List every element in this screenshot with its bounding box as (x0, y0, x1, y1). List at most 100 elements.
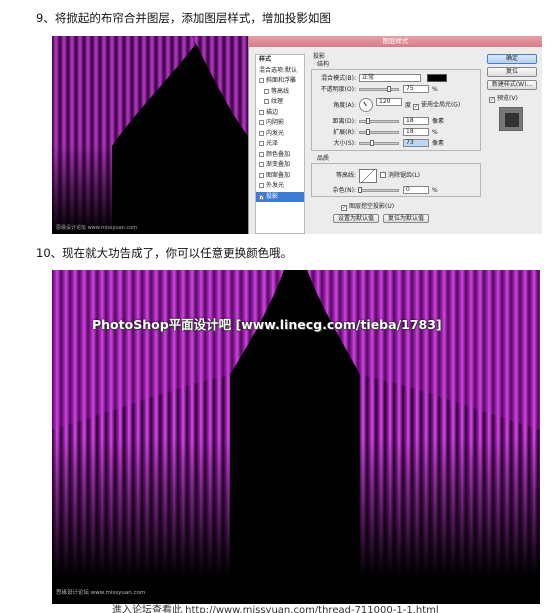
style-item-label: 图案叠加 (266, 171, 291, 179)
style-item-checkbox[interactable] (259, 130, 264, 136)
style-item-label: 描边 (266, 108, 279, 116)
curtain-left-preview (52, 36, 202, 234)
quality-title: 品质 (317, 155, 330, 162)
noise-slider[interactable] (358, 187, 399, 193)
style-item-label: 内阴影 (266, 119, 285, 126)
distance-input[interactable]: 18 (403, 117, 429, 125)
watermark-small: 思缘设计论坛 www.missyuan.com (56, 225, 138, 231)
style-item[interactable]: ✓ 投影 (256, 191, 304, 202)
style-item[interactable]: 外发光 (256, 181, 304, 192)
dialog-title: 图层样式 (249, 36, 542, 47)
style-item[interactable]: 颜色叠加 (256, 150, 304, 161)
angle-dial[interactable] (359, 98, 373, 112)
step-10-caption: 10、现在就大功告成了，你可以任意更换颜色哦。 (36, 246, 293, 260)
distance-slider[interactable] (359, 118, 399, 124)
style-item-label: 投影 (266, 192, 279, 200)
blend-mode-select[interactable]: 正常 (359, 74, 421, 82)
contour-label: 等高线: (335, 172, 356, 179)
style-item[interactable]: 等高线 (256, 87, 304, 98)
global-light-checkbox[interactable]: ✓ (412, 103, 419, 110)
preview-label: 预览(V) (497, 95, 518, 102)
knockout-label: 图层挖空投影(U) (349, 203, 395, 210)
size-slider[interactable] (359, 140, 399, 146)
style-item[interactable]: 内发光 (256, 129, 304, 140)
layer-style-dialog: 图层样式 样式 混合选项:默认 斜面和浮雕等高线纹理 描边内阴影内发光光泽颜色叠加… (248, 36, 542, 234)
set-default-button[interactable]: 设置为默认值 (333, 214, 380, 223)
watermark-banner: PhotoShop平面设计吧 [www.linecg.com/tieba/178… (92, 317, 442, 332)
source-link-line[interactable]: 進入论坛查看此 http://www.missyuan.com/thread-7… (112, 604, 439, 613)
antialias-label: 消除锯齿(L) (388, 172, 421, 179)
style-item-checkbox[interactable] (259, 172, 264, 178)
section-title: 投影 (313, 53, 326, 60)
distance-unit: 像素 (432, 118, 445, 125)
opacity-unit: % (432, 86, 438, 93)
spread-unit: % (432, 129, 438, 136)
contour-picker[interactable] (359, 168, 377, 183)
reset-default-button[interactable]: 复位为默认值 (383, 214, 430, 223)
angle-label: 角度(A): (333, 101, 356, 109)
size-input[interactable]: 73 (403, 139, 429, 147)
style-item[interactable]: 图案叠加 (256, 171, 304, 182)
style-preview-thumbnail (499, 107, 523, 131)
opacity-slider[interactable] (359, 86, 399, 92)
knockout-checkbox[interactable]: ✓ (341, 205, 347, 211)
structure-group: 混合模式(B): 正常 不透明度(O): 75% 角度(A): 120 度 ✓ 使用全局光… (311, 69, 481, 151)
style-item-checkbox[interactable] (259, 183, 264, 188)
noise-input[interactable]: 0 (403, 186, 429, 194)
opacity-label: 不透明度(O): (320, 86, 356, 93)
styles-list: 样式 混合选项:默认 斜面和浮雕等高线纹理 描边内阴影内发光光泽颜色叠加渐变叠加图… (255, 54, 305, 234)
shadow-color-swatch[interactable] (427, 74, 447, 82)
style-item-label: 内发光 (266, 129, 285, 137)
blend-options-item[interactable]: 混合选项:默认 (256, 66, 304, 77)
style-item[interactable]: 纹理 (256, 97, 304, 108)
new-style-button[interactable]: 新建样式(W)... (487, 80, 537, 90)
curtain-right-preview (192, 36, 248, 234)
cancel-button[interactable]: 复位 (487, 67, 537, 77)
step-9-caption: 9、将掀起的布帘合并图层，添加图层样式，增加投影如图 (36, 11, 331, 25)
spread-slider[interactable] (359, 129, 399, 135)
size-unit: 像素 (432, 140, 445, 147)
layer-style-screenshot: 思缘设计论坛 www.missyuan.com 图层样式 样式 混合选项:默认 … (52, 36, 542, 234)
style-item-label: 斜面和浮雕 (266, 77, 297, 84)
style-item-checkbox[interactable] (259, 120, 264, 125)
antialias-checkbox[interactable] (380, 172, 386, 178)
style-item[interactable]: 斜面和浮雕 (256, 76, 304, 87)
distance-slider-knob[interactable] (366, 118, 370, 124)
size-label: 大小(S): (333, 140, 356, 147)
noise-label: 杂色(N): (332, 187, 356, 194)
style-item-checkbox[interactable] (264, 99, 269, 104)
angle-unit: 度 (405, 101, 412, 109)
opacity-input[interactable]: 75 (403, 85, 429, 93)
noise-slider-knob[interactable] (358, 187, 362, 193)
style-item-label: 外发光 (266, 182, 285, 189)
style-item-checkbox[interactable] (259, 78, 264, 83)
style-item-checkbox[interactable] (259, 151, 264, 157)
spread-input[interactable]: 18 (403, 128, 429, 136)
style-item-checkbox[interactable] (259, 141, 264, 146)
style-item[interactable]: 描边 (256, 108, 304, 119)
ok-button[interactable]: 确定 (487, 54, 537, 64)
structure-title: 结构 (317, 61, 330, 68)
opacity-slider-knob[interactable] (387, 86, 391, 92)
angle-input[interactable]: 120 (376, 98, 402, 106)
style-item-label: 光泽 (266, 140, 279, 147)
style-item[interactable]: 内阴影 (256, 118, 304, 129)
styles-header[interactable]: 样式 (256, 55, 304, 66)
size-slider-knob[interactable] (370, 140, 374, 146)
style-item-label: 等高线 (271, 87, 290, 95)
style-item-label: 颜色叠加 (266, 150, 291, 158)
style-item-checkbox[interactable] (259, 162, 264, 167)
dialog-buttons: 确定 复位 新建样式(W)... ✓ 预览(V) (487, 54, 539, 131)
preview-checkbox[interactable]: ✓ (489, 97, 495, 103)
noise-unit: % (432, 187, 438, 194)
style-item-checkbox[interactable] (264, 88, 269, 94)
style-item-label: 渐变叠加 (266, 161, 291, 168)
quality-group: 等高线: 消除锯齿(L) 杂色(N): 0% (311, 163, 481, 197)
global-light-label: 使用全局光(G) (420, 101, 461, 109)
spread-slider-knob[interactable] (366, 129, 370, 135)
style-item-checkbox[interactable] (259, 109, 264, 115)
style-item[interactable]: 渐变叠加 (256, 160, 304, 171)
style-item[interactable]: 光泽 (256, 139, 304, 150)
style-item-checkbox[interactable]: ✓ (259, 194, 264, 200)
blend-mode-label: 混合模式(B): (321, 75, 356, 82)
